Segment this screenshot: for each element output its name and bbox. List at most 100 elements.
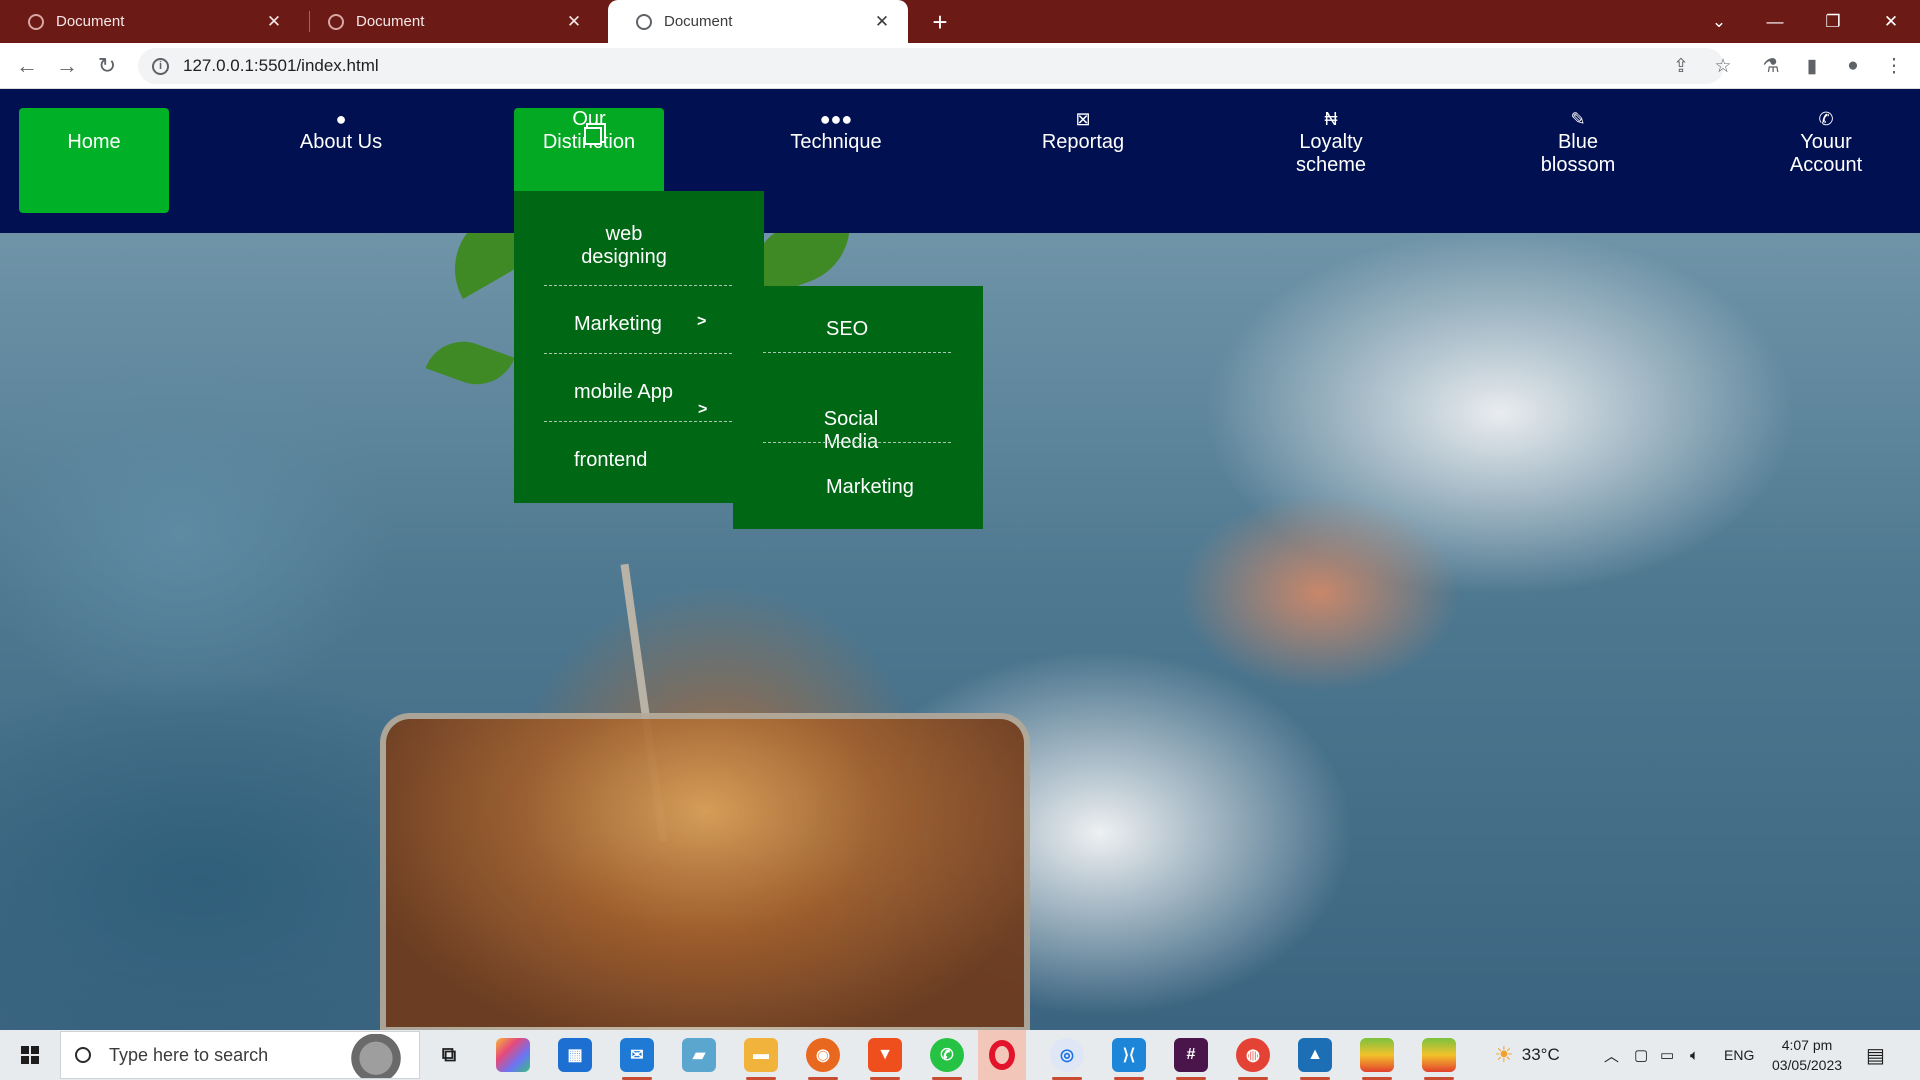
clone-icon: [584, 127, 602, 145]
bluestacks-x-icon[interactable]: [1422, 1038, 1456, 1080]
dropdown-item-web-designing[interactable]: web designing: [544, 223, 732, 269]
share-icon[interactable]: ⇪: [1666, 51, 1696, 81]
tab-title: Document: [664, 13, 733, 30]
mail-app-icon[interactable]: ✉: [620, 1038, 654, 1080]
extension-flask-icon[interactable]: ⚗: [1756, 51, 1786, 81]
new-tab-button[interactable]: +: [924, 6, 956, 38]
tab-search-chevron-icon[interactable]: ⌄: [1696, 0, 1742, 43]
nav-label: Home: [67, 131, 121, 153]
submenu-item-social-media[interactable]: Social Media: [776, 385, 926, 454]
dropdown-item-label: mobile App: [574, 381, 673, 403]
nav-blue-blossom[interactable]: ✎ Blue blossom: [1503, 108, 1653, 212]
windows-logo-icon: [21, 1046, 39, 1064]
tab-title: Document: [356, 13, 425, 30]
windows-taskbar: Type here to search ⧉ ▦ ✉ ▰ ▬ ◉ ▼ ✆ ◎ ⟩⟨…: [0, 1030, 1920, 1080]
nav-home[interactable]: Home: [19, 108, 169, 213]
start-button[interactable]: [6, 1030, 54, 1080]
dropdown-divider: [544, 353, 732, 354]
file-explorer-icon[interactable]: ▬: [744, 1038, 778, 1080]
profile-avatar-icon[interactable]: ●: [1838, 51, 1868, 81]
weather-temp: 33°C: [1521, 1045, 1560, 1064]
users-icon: ●●●: [819, 109, 853, 129]
chevron-right-icon: >: [698, 401, 708, 418]
widgets-app-icon[interactable]: [496, 1038, 530, 1072]
battery-icon[interactable]: ▭: [1660, 1030, 1674, 1080]
naira-icon: ₦: [1324, 109, 1338, 129]
user-icon: ●: [335, 109, 347, 129]
nav-technique[interactable]: ●●● Technique: [761, 108, 911, 212]
brave-browser-icon[interactable]: ▼: [868, 1038, 902, 1080]
search-placeholder: Type here to search: [109, 1044, 269, 1065]
submenu-item-label: Marketing: [826, 476, 914, 498]
nav-label: Reportag: [1041, 131, 1125, 153]
clock-date: 03/05/2023: [1771, 1057, 1843, 1073]
microsoft-store-icon[interactable]: ▦: [558, 1038, 592, 1072]
clock-time: 4:07 pm: [1781, 1037, 1833, 1053]
marketing-submenu: SEO Social Media Marketing: [733, 286, 983, 529]
web-page: Home ● About Us Our Distinction ●●● Tech…: [0, 89, 1920, 1030]
close-window-button[interactable]: ✕: [1868, 0, 1914, 43]
minimize-button[interactable]: —: [1752, 0, 1798, 43]
main-navbar: Home ● About Us Our Distinction ●●● Tech…: [0, 89, 1920, 233]
restore-button[interactable]: ❐: [1810, 0, 1856, 43]
tab-title: Document: [56, 13, 125, 30]
back-arrow-icon[interactable]: ←: [10, 49, 44, 83]
bluestacks-icon[interactable]: [1360, 1038, 1394, 1080]
task-view-icon[interactable]: ⧉: [432, 1038, 466, 1072]
nav-label: Youur Account: [1789, 131, 1863, 176]
slack-icon[interactable]: #: [1174, 1038, 1208, 1080]
browser-tab-1[interactable]: Document ✕: [0, 0, 300, 43]
chrome-icon[interactable]: ◎: [1050, 1038, 1084, 1080]
edit-icon: ✎: [1570, 109, 1586, 129]
forward-arrow-icon[interactable]: →: [50, 49, 84, 83]
firefox-icon[interactable]: ◉: [806, 1038, 840, 1080]
nav-reportag[interactable]: ⊠ Reportag: [1008, 108, 1158, 212]
submenu-item-label: SEO: [826, 318, 869, 340]
plant-leaf: [425, 330, 515, 396]
submenu-item-marketing[interactable]: Marketing: [826, 476, 914, 499]
photos-app-icon[interactable]: ▲: [1298, 1038, 1332, 1080]
submenu-divider: [763, 442, 951, 443]
nav-label: About Us: [299, 131, 383, 153]
nav-label: Loyalty scheme: [1295, 131, 1367, 176]
language-indicator[interactable]: ENG: [1724, 1030, 1754, 1080]
browser-tab-2[interactable]: Document ✕: [300, 0, 600, 43]
nav-about-us[interactable]: ● About Us: [266, 108, 416, 212]
dropdown-divider: [544, 285, 732, 286]
close-icon[interactable]: ✕: [564, 12, 584, 32]
weather-widget[interactable]: ☀ 33°C: [1494, 1030, 1560, 1080]
reload-icon[interactable]: ↻: [90, 49, 124, 83]
browser-tab-strip: Document ✕ Document ✕ Document ✕ + ⌄ — ❐…: [0, 0, 1920, 43]
coin-jar: [380, 713, 1030, 1030]
nav-your-account[interactable]: ✆ Youur Account: [1751, 108, 1901, 212]
bookmark-star-icon[interactable]: ☆: [1708, 51, 1738, 81]
close-icon[interactable]: ✕: [872, 12, 892, 32]
phone-icon: ✆: [1818, 109, 1834, 129]
address-bar[interactable]: i 127.0.0.1:5501/index.html: [138, 48, 1724, 84]
sun-cloud-icon: ☀: [1494, 1042, 1514, 1067]
close-icon[interactable]: ✕: [264, 12, 284, 32]
notes-app-icon[interactable]: ▰: [682, 1038, 716, 1072]
chrome-profile-icon[interactable]: ◍: [1236, 1038, 1270, 1080]
vscode-icon[interactable]: ⟩⟨: [1112, 1038, 1146, 1080]
hidden-icons-chevron-icon[interactable]: ︿: [1604, 1030, 1619, 1080]
menu-kebab-icon[interactable]: ⋮: [1879, 51, 1909, 81]
file-excel-icon: ⊠: [1075, 109, 1091, 129]
site-info-icon[interactable]: i: [152, 57, 169, 75]
opera-browser-icon[interactable]: [978, 1030, 1026, 1080]
submenu-item-label: Social Media: [823, 408, 879, 453]
meet-now-icon[interactable]: ▢: [1634, 1030, 1648, 1080]
whatsapp-icon[interactable]: ✆: [930, 1038, 964, 1080]
dropdown-item-label: frontend: [574, 449, 648, 471]
taskbar-search-box[interactable]: Type here to search: [60, 1031, 420, 1079]
side-panel-icon[interactable]: ▮: [1797, 51, 1827, 81]
notification-center-icon[interactable]: ▤: [1866, 1030, 1885, 1080]
browser-tab-3-active[interactable]: Document ✕: [608, 0, 908, 43]
dropdown-item-label: Marketing: [574, 313, 662, 335]
nav-loyalty-scheme[interactable]: ₦ Loyalty scheme: [1256, 108, 1406, 212]
submenu-item-seo[interactable]: SEO: [826, 318, 868, 341]
nav-our-distinction[interactable]: Our Distinction: [514, 108, 664, 194]
dropdown-item-label: web designing: [581, 223, 667, 268]
system-clock[interactable]: 4:07 pm 03/05/2023: [1764, 1035, 1850, 1075]
volume-icon[interactable]: 🔈︎: [1690, 1030, 1699, 1080]
